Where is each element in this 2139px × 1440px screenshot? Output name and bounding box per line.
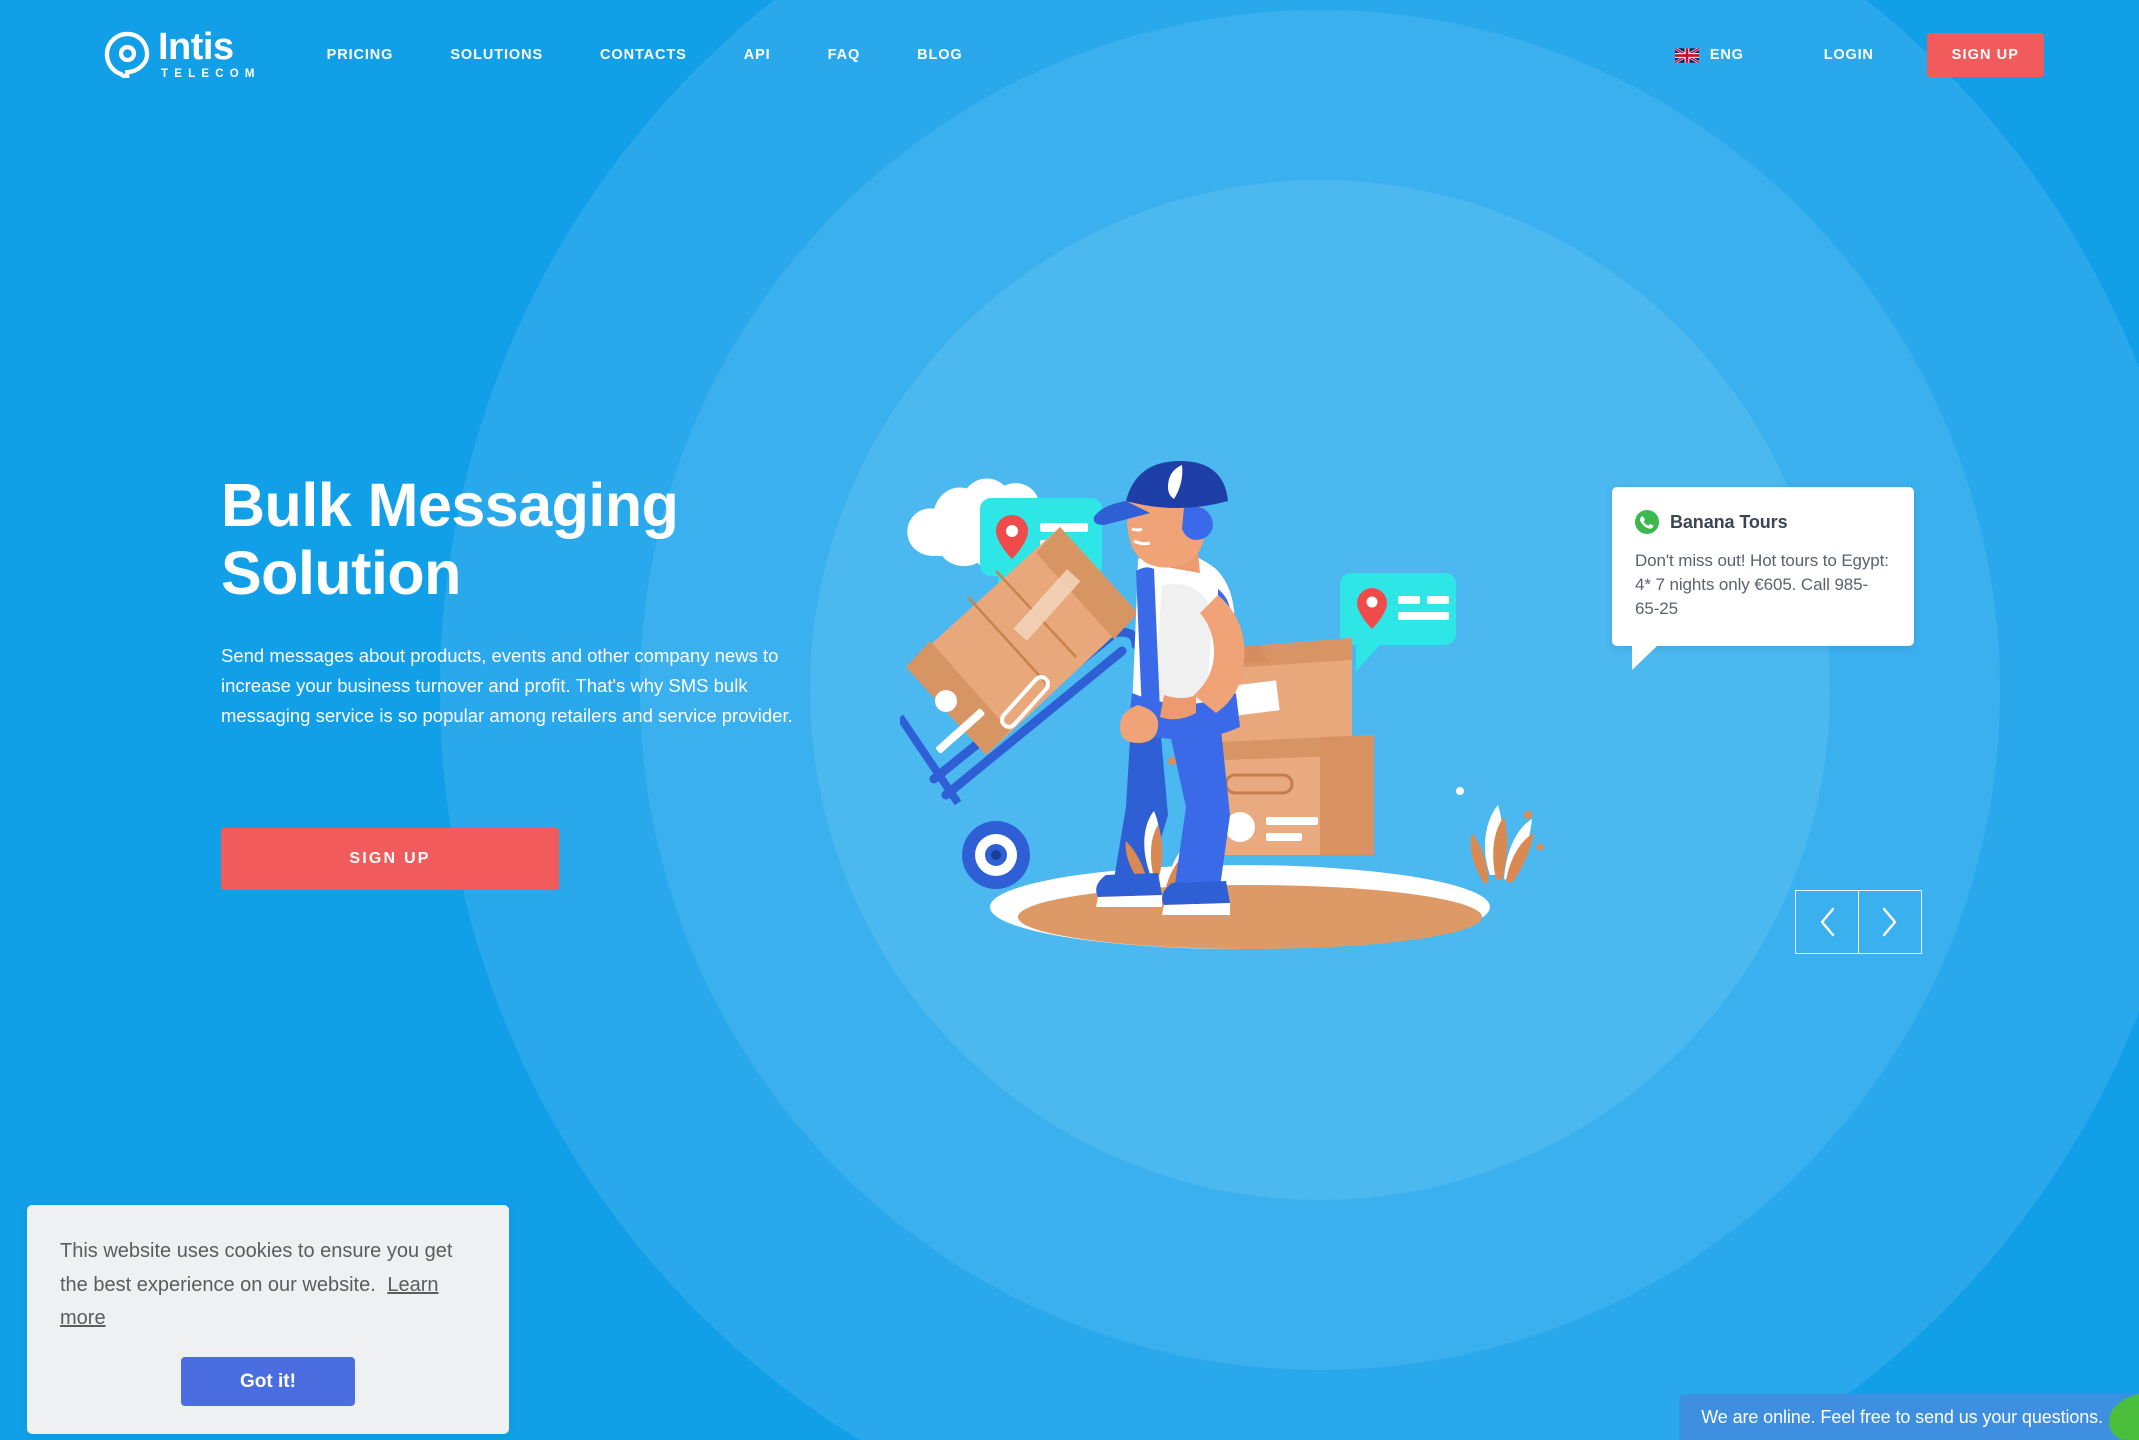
- logo-subtitle: TELECOM: [161, 67, 261, 80]
- chat-widget[interactable]: We are online. Feel free to send us your…: [1679, 1394, 2139, 1440]
- cookie-consent-banner: This website uses cookies to ensure you …: [27, 1205, 509, 1434]
- chevron-right-icon: [1882, 907, 1896, 937]
- notification-card: Banana Tours Don't miss out! Hot tours t…: [1612, 487, 1914, 671]
- site-header: Intis TELECOM PRICING SOLUTIONS CONTACTS…: [0, 0, 2139, 110]
- nav-item-blog[interactable]: BLOG: [917, 47, 963, 63]
- notification-message: Don't miss out! Hot tours to Egypt: 4* 7…: [1635, 551, 1889, 619]
- hero-title-line1: Bulk Messaging: [221, 471, 679, 539]
- chat-widget-text: We are online. Feel free to send us your…: [1701, 1406, 2103, 1427]
- signup-button-hero[interactable]: SIGN UP: [221, 828, 559, 891]
- logo-name: Intis: [158, 26, 234, 69]
- login-link[interactable]: LOGIN: [1824, 47, 1874, 63]
- carousel-prev-button[interactable]: [1795, 890, 1859, 954]
- carousel-next-button[interactable]: [1857, 890, 1922, 954]
- hero-title: Bulk Messaging Solution: [221, 471, 841, 607]
- nav-item-solutions[interactable]: SOLUTIONS: [450, 47, 543, 63]
- carousel-controls: [1795, 890, 1922, 954]
- nav-item-pricing[interactable]: PRICING: [327, 47, 394, 63]
- signup-button-header[interactable]: SIGN UP: [1926, 33, 2044, 77]
- language-label: ENG: [1709, 47, 1744, 63]
- notification-header: Banana Tours: [1635, 510, 1891, 534]
- hero-content: Bulk Messaging Solution Send messages ab…: [221, 471, 841, 891]
- main-nav: PRICING SOLUTIONS CONTACTS API FAQ BLOG: [327, 47, 1020, 63]
- hero-title-line2: Solution: [221, 538, 461, 607]
- notification-sender: Banana Tours: [1670, 511, 1788, 532]
- cookie-text-wrapper: This website uses cookies to ensure you …: [60, 1235, 476, 1336]
- header-actions: ENG LOGIN SIGN UP: [1674, 33, 2044, 77]
- plant-right: [1456, 787, 1544, 883]
- delivery-worker-illustration: [896, 455, 1600, 980]
- worker-figure: [1093, 461, 1245, 915]
- hero-description: Send messages about products, events and…: [221, 645, 793, 727]
- uk-flag-icon: [1674, 47, 1699, 63]
- chevron-left-icon: [1820, 907, 1835, 937]
- intis-circle-logo-icon: [104, 32, 150, 79]
- green-leaf-icon: [2109, 1394, 2139, 1440]
- cookie-accept-button[interactable]: Got it!: [181, 1357, 355, 1406]
- logo[interactable]: Intis TELECOM: [104, 26, 261, 80]
- whatsapp-icon: [1635, 510, 1659, 534]
- language-switcher[interactable]: ENG: [1674, 47, 1744, 63]
- nav-item-faq[interactable]: FAQ: [828, 47, 861, 63]
- nav-item-api[interactable]: API: [744, 47, 771, 63]
- speech-bubble-right: [1340, 573, 1456, 671]
- nav-item-contacts[interactable]: CONTACTS: [600, 47, 687, 63]
- handtruck-wheel: [962, 821, 1030, 889]
